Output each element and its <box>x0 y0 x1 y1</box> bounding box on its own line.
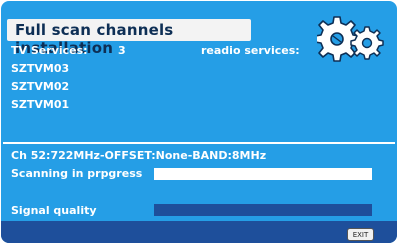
footer-bar <box>1 221 397 243</box>
exit-button[interactable]: EXIT <box>347 228 374 241</box>
gears-icon <box>317 16 384 62</box>
channel-list-item: SZTVM02 <box>11 80 70 93</box>
divider <box>3 142 395 144</box>
scan-progress-bar <box>154 168 372 180</box>
screen-frame: Full scan channels installation TV Servi… <box>0 0 398 244</box>
installation-window: Full scan channels installation TV Servi… <box>1 1 397 243</box>
tv-services-count: 3 <box>118 44 126 57</box>
channel-list-item: SZTVM03 <box>11 62 70 75</box>
channel-list-item: SZTVM01 <box>11 98 70 111</box>
channel-info: Ch 52:722MHz-OFFSET:None-BAND:8MHz <box>11 149 267 162</box>
radio-services-label: readio services: <box>201 44 300 57</box>
tv-services-label: TV Services: <box>11 44 88 57</box>
scan-progress-label: Scanning in prpgress <box>11 167 143 180</box>
signal-quality-label: Signal quality <box>11 204 97 217</box>
title-bar: Full scan channels installation <box>7 19 251 57</box>
signal-quality-bar <box>154 204 372 216</box>
